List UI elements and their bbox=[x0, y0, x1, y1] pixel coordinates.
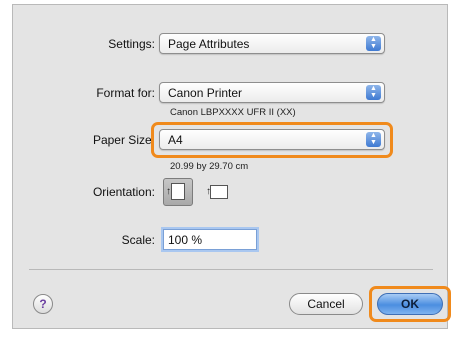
page-setup-dialog: Settings: Page Attributes ▲ ▼ Format for:… bbox=[12, 4, 451, 329]
person-figure-icon: ↑ bbox=[166, 186, 171, 197]
portrait-orientation-button[interactable]: ↑ bbox=[163, 178, 193, 206]
paper-size-popup[interactable]: A4 ▲ ▼ bbox=[159, 129, 385, 150]
cancel-button[interactable]: Cancel bbox=[289, 293, 363, 315]
scale-field[interactable]: 100 % bbox=[163, 229, 257, 250]
settings-popup[interactable]: Page Attributes ▲ ▼ bbox=[159, 33, 385, 54]
scale-value: 100 % bbox=[168, 233, 203, 247]
person-figure-icon: ↑ bbox=[206, 186, 211, 197]
format-for-popup[interactable]: Canon Printer ▲ ▼ bbox=[159, 82, 385, 103]
paper-size-label: Paper Size: bbox=[92, 133, 155, 147]
printer-model-note: Canon LBPXXXX UFR II (XX) bbox=[170, 107, 296, 118]
ok-button[interactable]: OK bbox=[377, 293, 443, 315]
up-down-arrows-icon: ▲ ▼ bbox=[366, 85, 381, 100]
paper-dimensions-note: 20.99 by 29.70 cm bbox=[170, 161, 249, 172]
settings-label: Settings: bbox=[108, 37, 155, 51]
settings-value: Page Attributes bbox=[168, 37, 250, 51]
up-down-arrows-icon: ▲ ▼ bbox=[366, 36, 381, 51]
format-for-label: Format for: bbox=[96, 86, 155, 100]
paper-size-value: A4 bbox=[168, 133, 183, 147]
portrait-orientation-icon bbox=[171, 183, 185, 200]
landscape-orientation-button[interactable]: ↑ bbox=[203, 178, 233, 206]
orientation-label: Orientation: bbox=[92, 185, 155, 199]
format-for-value: Canon Printer bbox=[168, 86, 243, 100]
separator bbox=[29, 269, 433, 270]
help-button[interactable]: ? bbox=[33, 294, 53, 314]
landscape-orientation-icon bbox=[210, 185, 228, 199]
up-down-arrows-icon: ▲ ▼ bbox=[366, 132, 381, 147]
scale-label: Scale: bbox=[121, 233, 155, 247]
